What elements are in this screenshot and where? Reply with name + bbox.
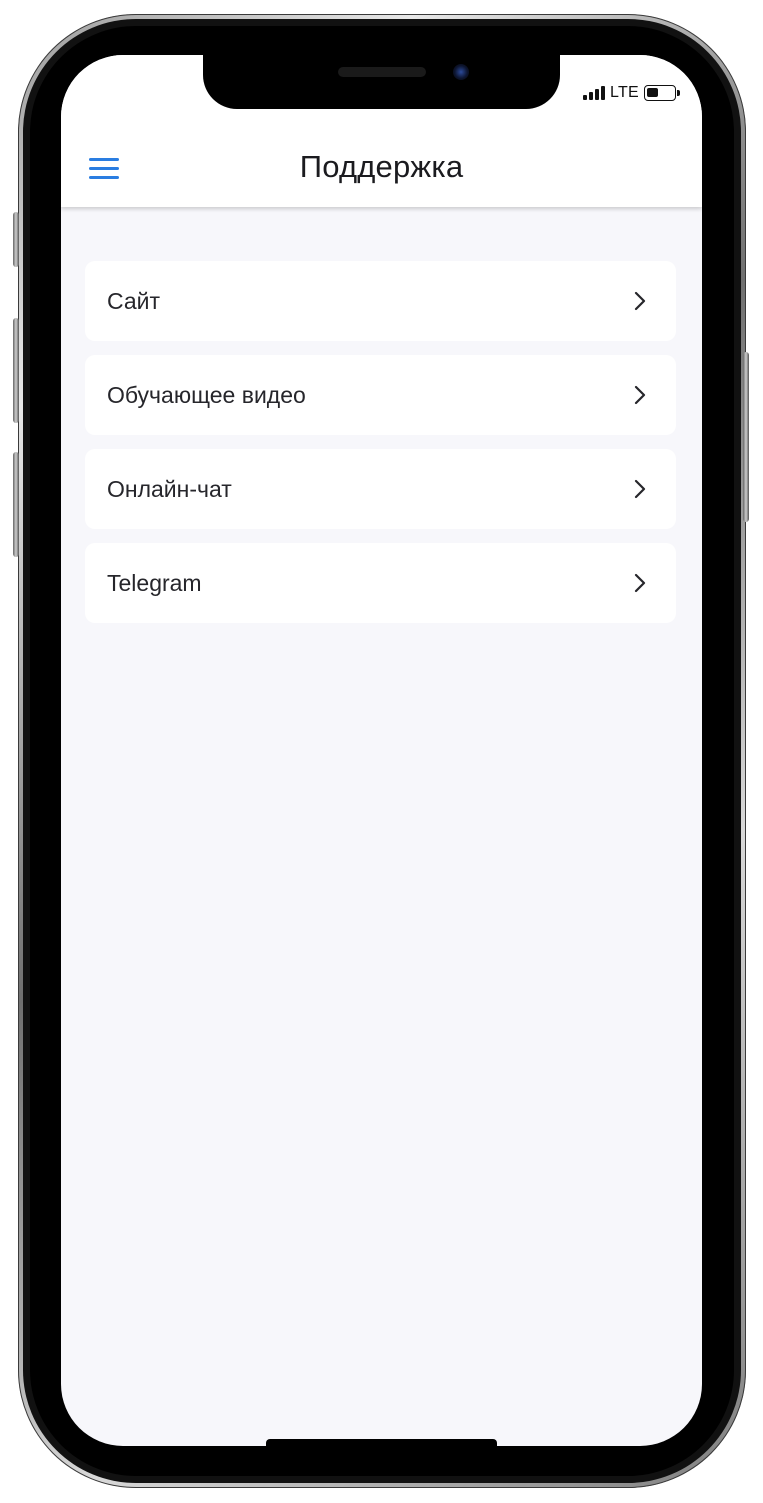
earpiece-speaker [338, 67, 426, 77]
mute-switch [13, 212, 19, 267]
volume-up-button [13, 318, 19, 423]
support-list: Сайт Обучающее видео Онлайн-чат Telegram [85, 261, 676, 637]
phone-mockup: LTE Поддержка Сайт Обучающее видео Онлай [0, 0, 763, 1503]
support-item-label: Telegram [107, 570, 202, 596]
support-item-label: Обучающее видео [107, 382, 306, 408]
support-item-website[interactable]: Сайт [85, 261, 676, 341]
notch [203, 55, 560, 109]
chevron-right-icon [634, 479, 646, 499]
power-button [743, 352, 749, 522]
page-title: Поддержка [299, 149, 464, 184]
battery-icon [644, 85, 680, 101]
status-bar: LTE [582, 83, 680, 103]
network-type: LTE [609, 84, 639, 101]
support-item-label: Сайт [107, 288, 161, 314]
support-item-training-video[interactable]: Обучающее видео [85, 355, 676, 435]
home-indicator[interactable] [266, 1439, 497, 1446]
volume-down-button [13, 452, 19, 557]
chevron-right-icon [634, 573, 646, 593]
support-item-online-chat[interactable]: Онлайн-чат [85, 449, 676, 529]
app-screen: LTE Поддержка Сайт Обучающее видео Онлай [61, 55, 702, 1446]
chevron-right-icon [634, 291, 646, 311]
front-camera [453, 64, 469, 80]
support-item-telegram[interactable]: Telegram [85, 543, 676, 623]
support-item-label: Онлайн-чат [107, 476, 232, 502]
signal-strength-icon [582, 86, 605, 100]
chevron-right-icon [634, 385, 646, 405]
